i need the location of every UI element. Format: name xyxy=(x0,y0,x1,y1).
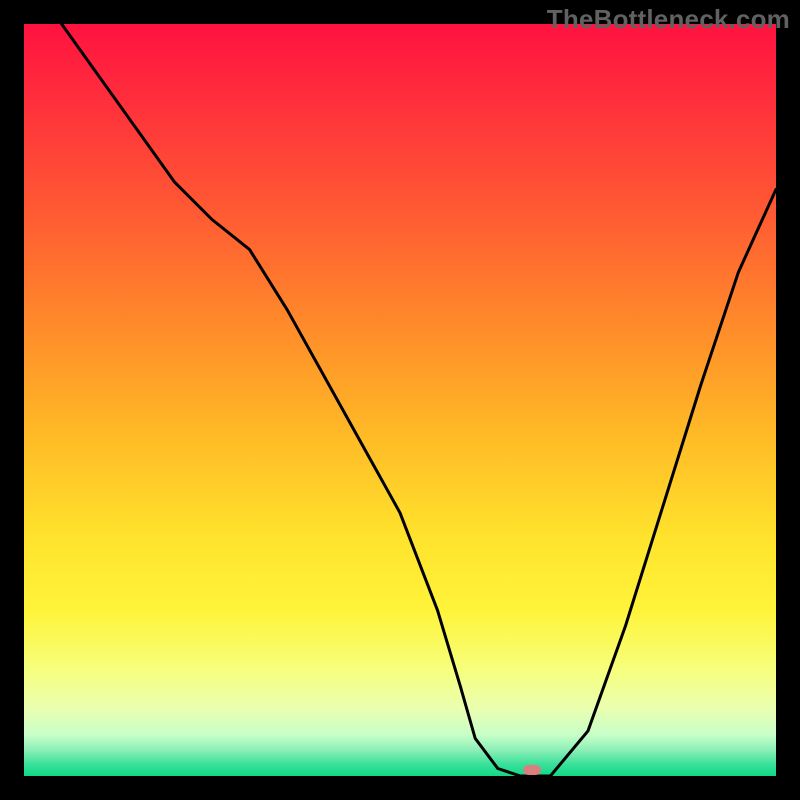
plot-area xyxy=(24,24,776,776)
chart-frame: TheBottleneck.com xyxy=(0,0,800,800)
bottleneck-curve xyxy=(62,24,776,776)
sweet-spot-marker xyxy=(523,765,541,775)
watermark-text: TheBottleneck.com xyxy=(547,4,790,35)
curve-layer xyxy=(24,24,776,776)
